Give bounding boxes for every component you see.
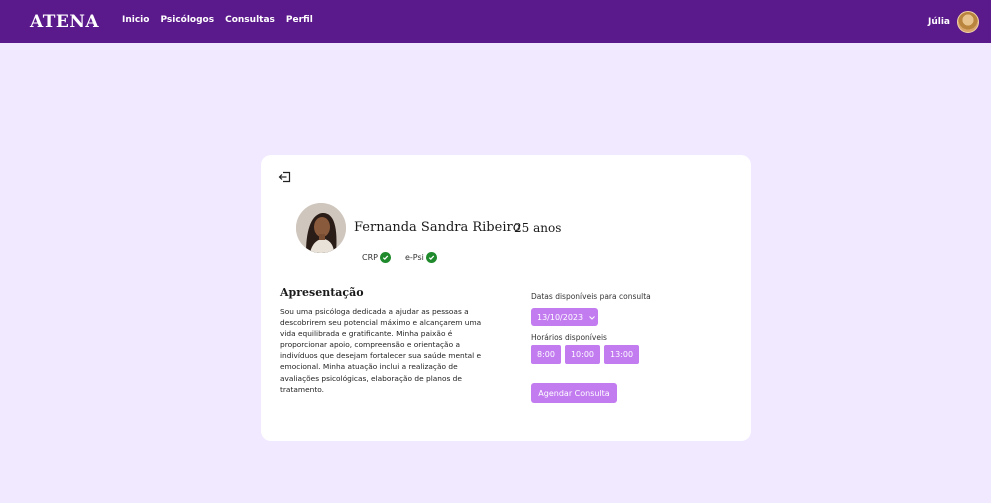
schedule-appointment-button[interactable]: Agendar Consulta <box>531 383 617 403</box>
brand-logo[interactable]: ATENA <box>30 12 99 32</box>
chevron-down-icon <box>589 313 595 322</box>
about-text: Sou uma psicóloga dedicada a ajudar as p… <box>280 307 482 394</box>
badge-epsi: e-Psi <box>405 252 437 263</box>
verified-check-icon <box>379 252 391 263</box>
date-select[interactable]: 13/10/2023 <box>531 308 598 326</box>
psychologist-name: Fernanda Sandra Ribeiro <box>354 220 521 235</box>
nav-link-inicio[interactable]: Inicio <box>122 15 149 25</box>
back-arrow-icon[interactable] <box>278 169 292 183</box>
nav-link-consultas[interactable]: Consultas <box>225 15 275 25</box>
psychologist-age: 25 anos <box>514 221 562 235</box>
nav-link-psicologos[interactable]: Psicólogos <box>160 15 214 25</box>
available-times-label: Horários disponíveis <box>531 333 607 342</box>
credentials-badges: CRP e-Psi <box>362 252 437 263</box>
nav-link-perfil[interactable]: Perfil <box>286 15 313 25</box>
user-avatar[interactable] <box>957 11 979 33</box>
badge-epsi-label: e-Psi <box>404 253 424 262</box>
psychologist-profile-card: Fernanda Sandra Ribeiro 25 anos CRP e-Ps… <box>261 155 751 441</box>
about-title: Apresentação <box>280 286 364 299</box>
main-nav: Inicio Psicólogos Consultas Perfil <box>122 15 313 25</box>
badge-crp-label: CRP <box>362 253 378 262</box>
verified-check-icon <box>425 252 437 263</box>
psychologist-photo <box>296 203 346 253</box>
badge-crp: CRP <box>362 252 391 263</box>
user-menu[interactable]: Júlia <box>928 11 979 33</box>
user-name: Júlia <box>928 17 950 27</box>
time-slot-button[interactable]: 13:00 <box>604 345 640 364</box>
available-dates-label: Datas disponíveis para consulta <box>531 292 651 301</box>
top-navigation-bar: ATENA Inicio Psicólogos Consultas Perfil… <box>0 0 991 43</box>
time-slot-button[interactable]: 10:00 <box>564 345 601 364</box>
date-select-value: 13/10/2023 <box>537 312 584 322</box>
time-slots: 8:00 10:00 13:00 <box>531 345 640 364</box>
time-slot-button[interactable]: 8:00 <box>531 345 561 364</box>
